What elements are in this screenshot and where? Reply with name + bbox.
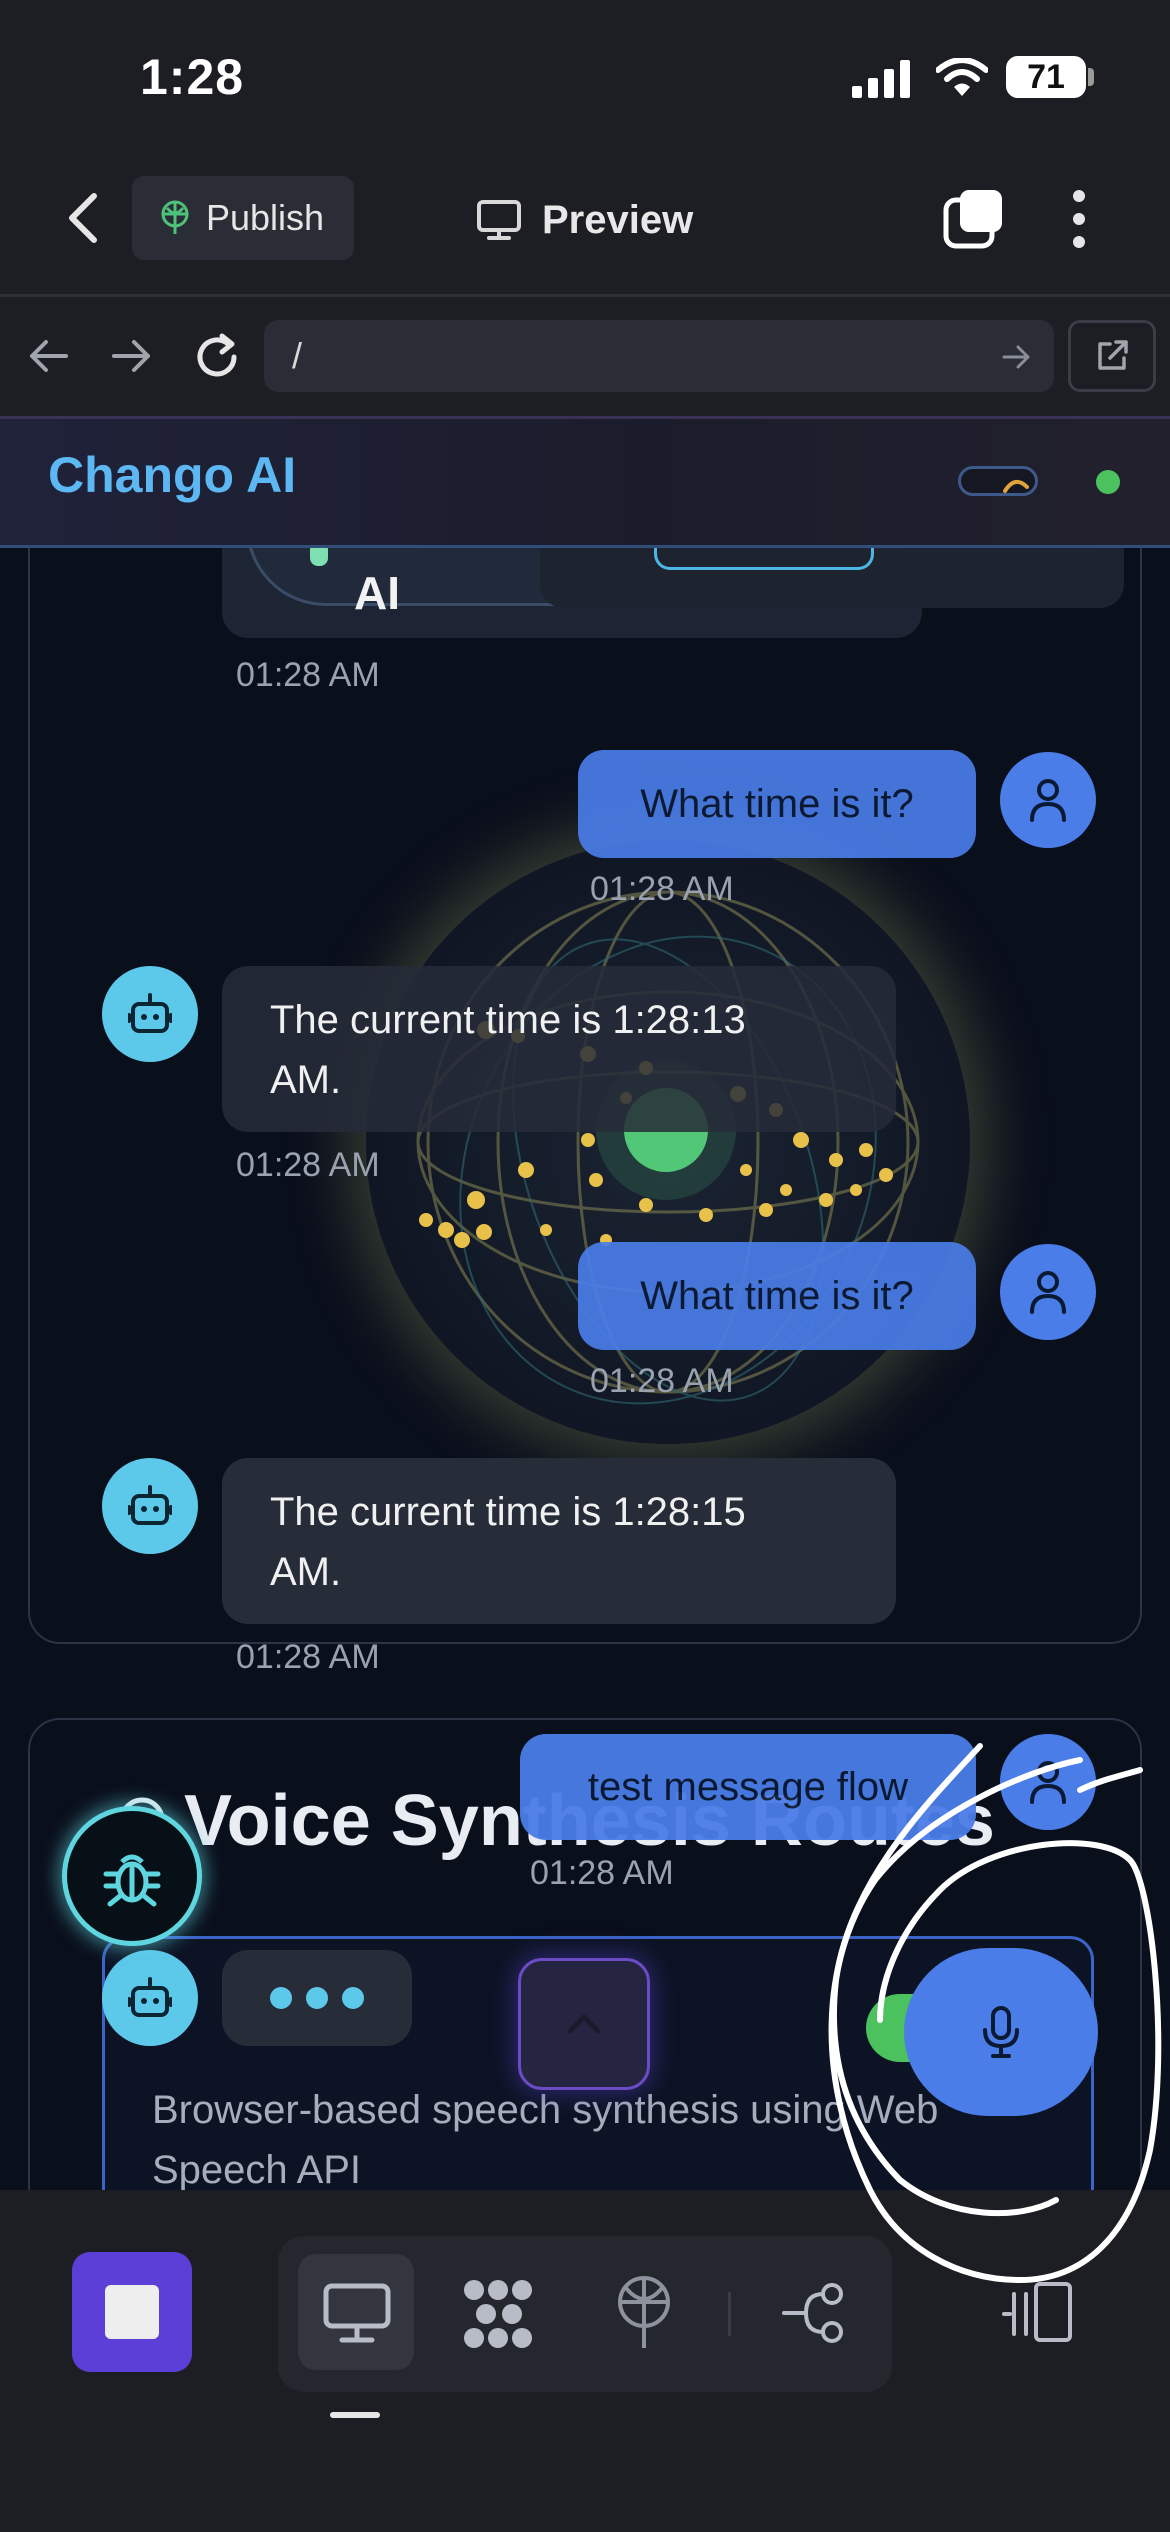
more-vertical-icon[interactable] (1064, 188, 1094, 250)
publish-button[interactable]: Publish (132, 176, 354, 260)
bug-icon (103, 1854, 161, 1907)
message-timestamp: 01:28 AM (530, 1854, 674, 1892)
stop-icon (105, 2285, 159, 2339)
tabs-icon[interactable] (942, 186, 1006, 250)
go-arrow-icon[interactable] (1002, 344, 1032, 370)
wifi-icon (936, 58, 988, 96)
sun-arc-icon (1003, 479, 1029, 493)
bot-icon (128, 1977, 172, 2017)
typing-dot (270, 1987, 292, 2009)
orb-graphic (416, 890, 920, 1405)
bot-icon (128, 1485, 172, 1525)
app-title: Chango AI (48, 447, 297, 503)
message-timestamp: 01:28 AM (236, 656, 380, 694)
tool-separator (728, 2292, 731, 2336)
user-icon (1030, 779, 1066, 822)
user-icon (1030, 1271, 1066, 1314)
publish-icon[interactable] (612, 2274, 676, 2350)
message-timestamp: 01:28 AM (236, 1146, 380, 1184)
message-timestamp: 01:28 AM (590, 1362, 734, 1400)
battery-level: 71 (1006, 56, 1086, 98)
top-divider (0, 294, 1170, 297)
partial-bubble-text: AI (354, 567, 400, 619)
user-avatar (1000, 1244, 1096, 1340)
back-chevron-icon[interactable] (66, 192, 100, 244)
bot-icon (128, 993, 172, 1033)
message-timestamp: 01:28 AM (236, 1638, 380, 1676)
bot-avatar (102, 1458, 198, 1554)
online-status-dot (1096, 470, 1120, 494)
preview-tab[interactable]: Preview (476, 190, 693, 250)
url-input[interactable]: / (264, 320, 1054, 392)
user-avatar (1000, 752, 1096, 848)
monitor-icon (477, 200, 521, 240)
status-time: 1:28 (140, 49, 245, 105)
bot-message-line: The current time is 1:28:15 (270, 1490, 746, 1534)
user-message-bubble: What time is it? (578, 750, 976, 858)
typing-dot (342, 1987, 364, 2009)
partial-green-dot (310, 548, 328, 566)
arrow-left-icon[interactable] (26, 338, 70, 374)
user-message-text: What time is it? (640, 781, 914, 826)
external-link-icon (1098, 340, 1128, 370)
hand-drawn-annotation (828, 1743, 1162, 2284)
workspace-icon[interactable] (322, 2282, 392, 2344)
bot-message-line: AM. (270, 1550, 342, 1594)
bot-message-line: AM. (270, 1058, 342, 1102)
bot-avatar (102, 966, 198, 1062)
user-message-bubble: What time is it? (578, 1242, 976, 1350)
scroll-up-button[interactable] (518, 1958, 650, 2090)
bot-message-bubble: The current time is 1:28:15 AM. (222, 1458, 896, 1624)
open-external-button[interactable] (1068, 320, 1156, 392)
bot-avatar (102, 1950, 198, 2046)
publish-icon (161, 200, 189, 234)
bot-message-line: The current time is 1:28:13 (270, 998, 746, 1042)
preview-label: Preview (542, 197, 694, 242)
arrow-right-icon[interactable] (110, 338, 154, 374)
user-message-text: What time is it? (640, 1273, 914, 1318)
debug-button[interactable] (62, 1806, 202, 1946)
integrations-icon[interactable] (462, 2278, 536, 2350)
battery-nub (1088, 68, 1094, 86)
publish-label: Publish (206, 197, 325, 238)
url-text: / (292, 335, 303, 376)
message-timestamp: 01:28 AM (590, 870, 734, 908)
reload-icon[interactable] (192, 332, 242, 382)
theme-toggle[interactable] (958, 466, 1038, 496)
chevron-up-icon (567, 2014, 601, 2034)
partial-blue-outline (654, 548, 874, 570)
typing-dot (306, 1987, 328, 2009)
home-indicator (330, 2412, 380, 2418)
voice-orb (366, 840, 970, 1444)
typing-indicator (222, 1950, 412, 2046)
stop-button[interactable] (72, 2252, 192, 2372)
bot-message-bubble: The current time is 1:28:13 AM. (222, 966, 896, 1132)
signal-icon (852, 60, 910, 98)
